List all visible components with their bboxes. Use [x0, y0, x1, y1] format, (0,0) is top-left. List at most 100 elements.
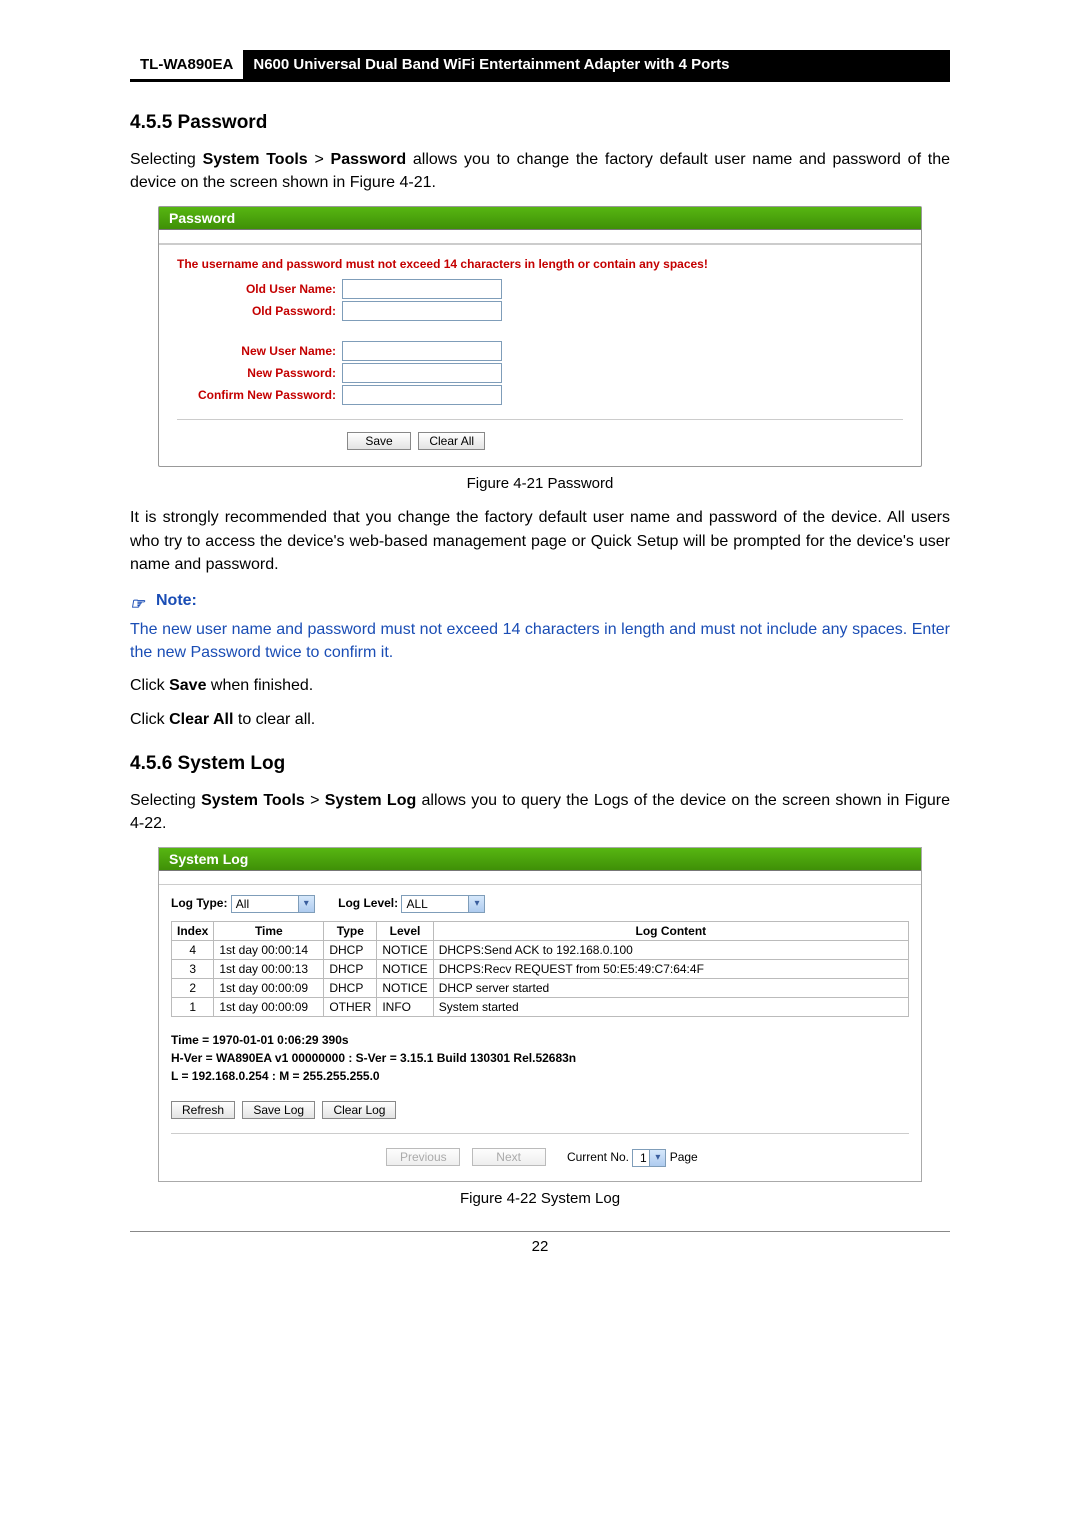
meta-time: Time = 1970-01-01 0:06:29 390s	[171, 1033, 909, 1047]
section-heading-systemlog: 4.5.6 System Log	[130, 753, 950, 775]
page-label: Page	[670, 1150, 698, 1164]
confirm-pass-input[interactable]	[342, 385, 502, 405]
page-number: 22	[130, 1231, 950, 1255]
model-desc: N600 Universal Dual Band WiFi Entertainm…	[243, 50, 950, 79]
doc-header: TL-WA890EA N600 Universal Dual Band WiFi…	[130, 50, 950, 82]
log-level-value: ALL	[406, 897, 427, 911]
table-row: 41st day 00:00:14DHCPNOTICEDHCPS:Send AC…	[172, 941, 909, 960]
t: when finished.	[206, 677, 313, 694]
new-pass-input[interactable]	[342, 363, 502, 383]
chevron-down-icon: ▾	[298, 896, 314, 912]
th-type: Type	[324, 922, 377, 941]
meta-network: L = 192.168.0.254 : M = 255.255.255.0	[171, 1069, 909, 1083]
panel-title-systemlog: System Log	[159, 848, 921, 871]
th-content: Log Content	[433, 922, 908, 941]
save-button[interactable]: Save	[347, 432, 411, 450]
t: Selecting	[130, 151, 203, 168]
label-confirm-pass: Confirm New Password:	[177, 388, 342, 402]
table-cell: DHCP	[324, 941, 377, 960]
model-code: TL-WA890EA	[130, 50, 243, 79]
table-cell: NOTICE	[377, 979, 433, 998]
log-type-select[interactable]: All ▾	[231, 895, 315, 913]
pointing-hand-icon: ☞	[130, 594, 150, 608]
table-cell: DHCP	[324, 960, 377, 979]
t: Password	[331, 151, 407, 168]
table-cell: DHCPS:Recv REQUEST from 50:E5:49:C7:64:4…	[433, 960, 908, 979]
old-pass-input[interactable]	[342, 301, 502, 321]
log-level-label: Log Level:	[338, 896, 398, 910]
click-save-line: Click Save when finished.	[130, 674, 950, 697]
table-cell: DHCP	[324, 979, 377, 998]
t: >	[308, 151, 331, 168]
table-cell: 1	[172, 998, 214, 1017]
t: Save	[169, 677, 206, 694]
clear-log-button[interactable]: Clear Log	[322, 1101, 396, 1119]
t: System Tools	[203, 151, 308, 168]
label-new-user: New User Name:	[177, 344, 342, 358]
label-old-user: Old User Name:	[177, 282, 342, 296]
systemlog-panel: System Log Log Type: All ▾ Log Level: AL…	[158, 847, 922, 1182]
save-log-button[interactable]: Save Log	[242, 1101, 315, 1119]
log-type-label: Log Type:	[171, 896, 227, 910]
th-index: Index	[172, 922, 214, 941]
t: Click	[130, 711, 169, 728]
next-button[interactable]: Next	[472, 1148, 546, 1166]
pager: Previous Next Current No. 1 ▾ Page	[171, 1133, 909, 1167]
log-type-value: All	[236, 897, 249, 911]
table-cell: NOTICE	[377, 960, 433, 979]
t: System Tools	[201, 792, 305, 809]
password-warning: The username and password must not excee…	[177, 257, 903, 271]
page-number-select[interactable]: 1 ▾	[632, 1149, 666, 1167]
table-row: 21st day 00:00:09DHCPNOTICEDHCP server s…	[172, 979, 909, 998]
t: to clear all.	[233, 711, 315, 728]
log-table: Index Time Type Level Log Content 41st d…	[171, 921, 909, 1017]
table-cell: 1st day 00:00:14	[214, 941, 324, 960]
panel-title-password: Password	[159, 207, 921, 230]
t: Click	[130, 677, 169, 694]
click-clear-line: Click Clear All to clear all.	[130, 708, 950, 731]
systemlog-intro: Selecting System Tools > System Log allo…	[130, 789, 950, 835]
table-cell: System started	[433, 998, 908, 1017]
th-level: Level	[377, 922, 433, 941]
t: System Log	[325, 792, 417, 809]
refresh-button[interactable]: Refresh	[171, 1101, 235, 1119]
new-user-input[interactable]	[342, 341, 502, 361]
panel-strip	[159, 871, 921, 885]
note-heading: ☞ Note:	[130, 592, 950, 610]
table-cell: 2	[172, 979, 214, 998]
table-cell: 1st day 00:00:09	[214, 998, 324, 1017]
clear-all-button[interactable]: Clear All	[418, 432, 485, 450]
password-recommendation: It is strongly recommended that you chan…	[130, 506, 950, 576]
t: Clear All	[169, 711, 233, 728]
page-number-value: 1	[640, 1151, 647, 1165]
password-intro: Selecting System Tools > Password allows…	[130, 148, 950, 194]
section-heading-password: 4.5.5 Password	[130, 112, 950, 134]
note-heading-text: Note:	[156, 592, 197, 610]
figure-caption-421: Figure 4-21 Password	[130, 475, 950, 492]
table-row: 31st day 00:00:13DHCPNOTICEDHCPS:Recv RE…	[172, 960, 909, 979]
previous-button[interactable]: Previous	[386, 1148, 460, 1166]
table-cell: OTHER	[324, 998, 377, 1017]
log-filter-row: Log Type: All ▾ Log Level: ALL ▾	[171, 895, 909, 913]
figure-caption-422: Figure 4-22 System Log	[130, 1190, 950, 1207]
table-row: 11st day 00:00:09OTHERINFOSystem started	[172, 998, 909, 1017]
table-cell: 1st day 00:00:13	[214, 960, 324, 979]
table-cell: DHCP server started	[433, 979, 908, 998]
table-cell: DHCPS:Send ACK to 192.168.0.100	[433, 941, 908, 960]
table-cell: INFO	[377, 998, 433, 1017]
table-cell: 3	[172, 960, 214, 979]
label-new-pass: New Password:	[177, 366, 342, 380]
current-no-label: Current No.	[567, 1150, 629, 1164]
password-panel: Password The username and password must …	[158, 206, 922, 467]
meta-version: H-Ver = WA890EA v1 00000000 : S-Ver = 3.…	[171, 1051, 909, 1065]
t: >	[305, 792, 325, 809]
t: Selecting	[130, 792, 201, 809]
chevron-down-icon: ▾	[649, 1150, 665, 1166]
th-time: Time	[214, 922, 324, 941]
old-user-input[interactable]	[342, 279, 502, 299]
panel-strip	[159, 230, 921, 244]
chevron-down-icon: ▾	[468, 896, 484, 912]
label-old-pass: Old Password:	[177, 304, 342, 318]
note-body: The new user name and password must not …	[130, 618, 950, 664]
log-level-select[interactable]: ALL ▾	[401, 895, 485, 913]
